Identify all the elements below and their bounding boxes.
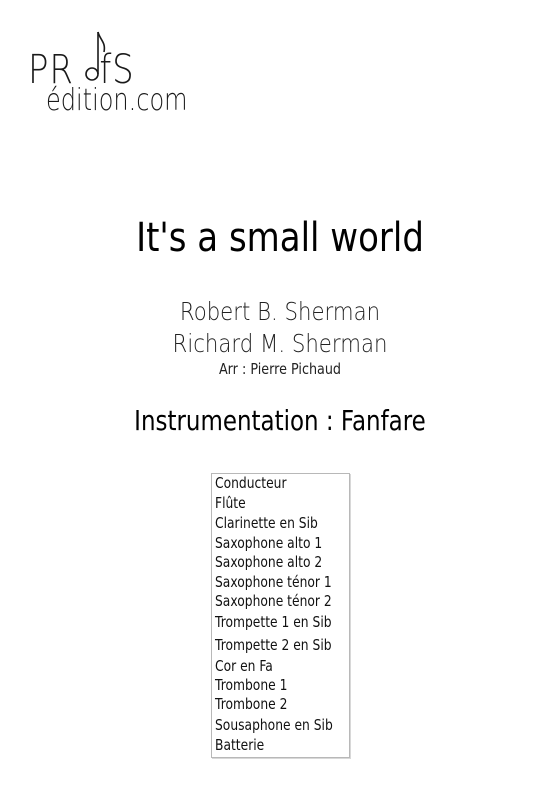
instrument-item: Saxophone alto 1: [215, 534, 323, 552]
composer-2: Richard M. Sherman: [172, 329, 388, 358]
instrument-item: Batterie: [215, 736, 265, 754]
instrument-item: Trompette 2 en Sib: [215, 636, 332, 654]
logo-edition-text: édition.com: [46, 83, 188, 118]
instrument-item: Flûte: [215, 494, 246, 512]
instrument-item: Trombone 1: [215, 676, 288, 694]
composer-1: Robert B. Sherman: [179, 297, 381, 326]
instrument-item: Cor en Fa: [215, 657, 273, 675]
instrument-item: Conducteur: [215, 474, 287, 492]
instrumentation-heading: Instrumentation : Fanfare: [134, 404, 426, 437]
music-note-icon: [85, 31, 106, 81]
instrument-item: Clarinette en Sib: [215, 514, 318, 532]
instrument-item: Saxophone ténor 2: [215, 592, 332, 610]
instrument-item: Saxophone alto 2: [215, 553, 323, 571]
profs-edition-logo: PR fS édition.com: [28, 26, 198, 126]
instrument-item: Trombone 2: [215, 695, 288, 713]
score-title: It's a small world: [136, 215, 424, 261]
instrument-item: Sousaphone en Sib: [215, 716, 333, 734]
instrument-item: Trompette 1 en Sib: [215, 613, 332, 631]
instrument-item: Saxophone ténor 1: [215, 573, 332, 591]
instrument-list: Conducteur Flûte Clarinette en Sib Saxop…: [211, 473, 350, 758]
arranger: Arr : Pierre Pichaud: [218, 360, 342, 378]
